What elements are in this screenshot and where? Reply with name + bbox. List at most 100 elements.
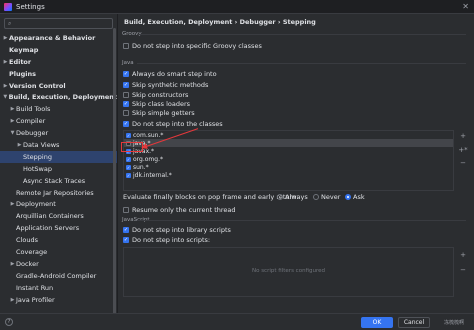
checkbox-box: ✓ [123,237,129,243]
script-filter-list[interactable]: No script filters configured [123,247,454,297]
add-script-filter-icon[interactable]: + [458,250,468,259]
breadcrumb: Build, Execution, Deployment › Debugger … [124,18,316,26]
remove-script-filter-icon[interactable]: − [458,265,468,274]
sidebar-item-build-execution-deployment[interactable]: ▼ Build, Execution, Deployment [0,91,117,103]
filter-checkbox[interactable]: ✓ [126,164,131,170]
chevron-right-icon[interactable]: ▶ [16,142,23,148]
skip-simple-getters-checkbox[interactable]: Skip simple getters [123,109,195,117]
filter-row[interactable]: ✓ javax.* [124,147,453,155]
sidebar-item-java-profiler[interactable]: ▶ Java Profiler [0,294,117,306]
sidebar-item-label: Instant Run [16,283,54,292]
sidebar-item-label: Plugins [9,69,36,78]
radio-never[interactable]: Never [313,193,340,201]
ok-button[interactable]: OK [361,317,393,328]
annotation-highlight-box [121,142,143,152]
sidebar-item-gradle-android-compiler[interactable]: Gradle-Android Compiler [0,270,117,282]
filter-checkbox[interactable]: ✓ [126,172,131,178]
sidebar-item-editor[interactable]: ▶ Editor [0,56,117,68]
sidebar-item-label: Stepping [23,152,52,161]
title-bar: Settings ✕ [0,0,474,14]
sidebar-item-label: Appearance & Behavior [9,33,96,42]
sidebar-scrollbar[interactable] [113,28,116,328]
sidebar-item-appearance-behavior[interactable]: ▶ Appearance & Behavior [0,32,117,44]
checkbox-box [123,92,129,98]
groovy-do-not-step-checkbox[interactable]: Do not step into specific Groovy classes [123,42,262,50]
filter-row[interactable]: ✓ jdk.internal.* [124,171,453,179]
add-pattern-icon[interactable]: +* [458,145,468,154]
groovy-separator [137,34,466,35]
chevron-right-icon[interactable]: ▶ [2,83,9,89]
filter-row[interactable]: ✓ sun.* [124,163,453,171]
sidebar-item-build-tools[interactable]: ▶ Build Tools [0,103,117,115]
filter-pattern: com.sun.* [133,131,164,139]
sidebar-item-compiler[interactable]: ▶ Compiler [0,115,117,127]
sidebar-item-instant-run[interactable]: Instant Run [0,282,117,294]
dialog-footer: ? OK Cancel 冻梳梳啊 [0,313,474,330]
sidebar-item-deployment[interactable]: ▶ Deployment [0,198,117,210]
sidebar-item-label: Editor [9,57,32,66]
sidebar-item-application-servers[interactable]: Application Servers [0,222,117,234]
sidebar-item-label: Clouds [16,236,38,245]
sidebar-item-hotswap[interactable]: HotSwap [0,163,117,175]
chevron-down-icon[interactable]: ▼ [2,94,9,100]
skip-class-loaders-checkbox[interactable]: ✓ Skip class loaders [123,100,190,108]
sidebar-item-data-views[interactable]: ▶ Data Views [0,139,117,151]
class-filter-list[interactable]: ✓ com.sun.* java.* ✓ javax.* ✓ org.omg.* ✓ sun.*… [123,130,454,191]
chevron-right-icon[interactable]: ▶ [9,118,16,124]
checkbox-box: ✓ [123,101,129,107]
chevron-right-icon[interactable]: ▶ [9,106,16,112]
checkbox-label: Always do smart step into [132,70,217,78]
sidebar-item-arquillian-containers[interactable]: Arquillian Containers [0,210,117,222]
close-icon[interactable]: ✕ [462,2,469,11]
cancel-button[interactable]: Cancel [398,317,430,328]
filter-checkbox[interactable]: ✓ [126,156,131,162]
resume-current-thread-checkbox[interactable]: Resume only the current thread [123,206,236,214]
sidebar-item-async-stack-traces[interactable]: Async Stack Traces [0,175,117,187]
radio-always[interactable]: Always [277,193,308,201]
sidebar-item-debugger[interactable]: ▼ Debugger [0,127,117,139]
filter-row[interactable]: ✓ com.sun.* [124,131,453,139]
sidebar-item-coverage[interactable]: Coverage [0,246,117,258]
settings-search-field[interactable]: ⌕ [4,18,113,29]
sidebar-item-label: Java Profiler [16,295,55,304]
watermark-text: 冻梳梳啊 [444,320,465,326]
chevron-down-icon[interactable]: ▼ [9,130,16,136]
sidebar-item-clouds[interactable]: Clouds [0,234,117,246]
filter-pattern: jdk.internal.* [133,171,172,179]
filter-checkbox[interactable]: ✓ [126,132,131,138]
help-icon[interactable]: ? [5,318,13,326]
checkbox-box: ✓ [123,227,129,233]
chevron-right-icon[interactable]: ▶ [2,35,9,41]
chevron-right-icon[interactable]: ▶ [2,59,9,65]
sidebar-item-keymap[interactable]: Keymap [0,44,117,56]
intellij-logo-icon [4,2,12,11]
checkbox-box [123,110,129,116]
sidebar-item-label: Arquillian Containers [16,212,84,221]
filter-row[interactable]: java.* [124,139,453,147]
do-not-step-into-the-classes-checkbox[interactable]: ✓ Do not step into the classes [123,120,223,128]
sidebar-item-label: Docker [16,259,39,268]
remove-filter-icon[interactable]: − [458,158,468,167]
add-filter-icon[interactable]: + [458,131,468,140]
sidebar-item-version-control[interactable]: ▶ Version Control [0,80,117,92]
sidebar-item-plugins[interactable]: Plugins [0,68,117,80]
checkbox-label: Do not step into the classes [132,120,223,128]
filter-row[interactable]: ✓ org.omg.* [124,155,453,163]
checkbox-label: Skip constructors [132,91,189,99]
js-do-not-step-scripts-checkbox[interactable]: ✓ Do not step into scripts: [123,236,210,244]
skip-constructors-checkbox[interactable]: Skip constructors [123,91,188,99]
sidebar-item-label: Gradle-Android Compiler [16,271,97,280]
js-do-not-step-library-checkbox[interactable]: ✓ Do not step into library scripts [123,226,231,234]
sidebar-item-remote-jar-repositories[interactable]: Remote Jar Repositories [0,187,117,199]
always-do-smart-step-into-checkbox[interactable]: ✓ Always do smart step into [123,70,217,78]
radio-button [313,194,319,200]
skip-synthetic-methods-checkbox[interactable]: ✓ Skip synthetic methods [123,81,208,89]
chevron-right-icon[interactable]: ▶ [9,261,16,267]
radio-ask[interactable]: Ask [345,193,365,201]
radio-label: Ask [353,193,365,201]
sidebar-item-label: Data Views [23,140,60,149]
chevron-right-icon[interactable]: ▶ [9,297,16,303]
sidebar-item-stepping[interactable]: Stepping [0,150,117,163]
sidebar-item-docker[interactable]: ▶ Docker [0,258,117,270]
chevron-right-icon[interactable]: ▶ [9,201,16,207]
